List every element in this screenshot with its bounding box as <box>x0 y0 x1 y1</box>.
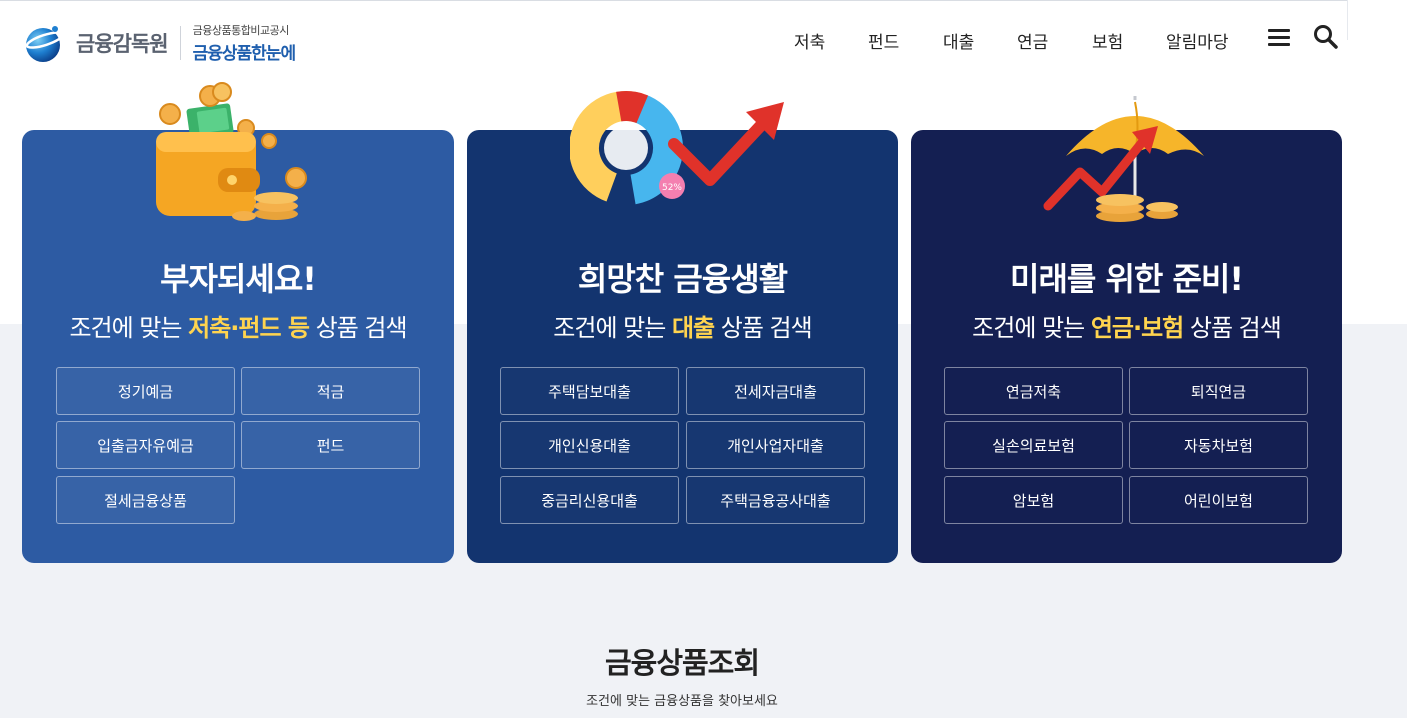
logo-sub-small: 금융상품통합비교공시 <box>192 24 290 37</box>
chart-badge: 52% <box>662 183 682 193</box>
btn-time-deposit[interactable]: 정기예금 <box>56 367 235 415</box>
card-sub-highlight: 연금·보험 <box>1090 314 1184 342</box>
card-sub-before: 조건에 맞는 <box>553 314 672 342</box>
card-sub-before: 조건에 맞는 <box>69 314 189 342</box>
umbrella-coins-icon <box>1043 96 1204 222</box>
btn-medical-insurance[interactable]: 실손의료보험 <box>944 421 1123 469</box>
donut-chart-arrow-icon: 52% <box>570 91 784 206</box>
btn-mortgage-loan[interactable]: 주택담보대출 <box>500 367 679 415</box>
globe-logo-icon <box>25 26 65 62</box>
card-sub-after: 상품 검색 <box>714 314 813 342</box>
nav-item-savings[interactable]: 저축 <box>794 28 825 53</box>
btn-child-insurance[interactable]: 어린이보험 <box>1129 476 1308 524</box>
logo-sub-big: 금융상품한눈에 <box>192 44 296 64</box>
nav-item-loan[interactable]: 대출 <box>943 28 974 53</box>
logo-sub: 금융상품통합비교공시 금융상품한눈에 <box>192 22 296 64</box>
card-title: 부자되세요! <box>160 260 317 298</box>
logo-text: 금융감독원 <box>76 32 169 56</box>
nav-item-pension[interactable]: 연금 <box>1017 28 1048 53</box>
logo-divider <box>179 26 181 60</box>
wallet-coins-icon <box>156 82 307 221</box>
card-sub-highlight: 저축·펀드 등 <box>188 314 310 342</box>
card-subtitle: 조건에 맞는 연금·보험 상품 검색 <box>911 308 1342 343</box>
card-subtitle: 조건에 맞는 대출 상품 검색 <box>467 308 898 343</box>
top-border <box>0 0 1348 1</box>
btn-mid-rate-loan[interactable]: 중금리신용대출 <box>500 476 679 524</box>
btn-business-loan[interactable]: 개인사업자대출 <box>686 421 865 469</box>
card-sub-before: 조건에 맞는 <box>972 314 1091 342</box>
nav-item-fund[interactable]: 펀드 <box>868 28 899 53</box>
card-title: 희망찬 금융생활 <box>577 260 788 298</box>
top-border-edge <box>1347 0 1348 40</box>
site-logo[interactable]: 금융감독원 금융상품통합비교공시 금융상품한눈에 <box>24 22 296 64</box>
menu-icon[interactable] <box>1268 29 1290 46</box>
btn-installment-savings[interactable]: 적금 <box>241 367 420 415</box>
btn-jeonse-loan[interactable]: 전세자금대출 <box>686 367 865 415</box>
search-icon[interactable] <box>1313 24 1339 50</box>
btn-car-insurance[interactable]: 자동차보험 <box>1129 421 1308 469</box>
section-title: 금융상품조회 <box>604 646 760 680</box>
card-sub-highlight: 대출 <box>671 314 715 342</box>
btn-fund[interactable]: 펀드 <box>241 421 420 469</box>
btn-cancer-insurance[interactable]: 암보험 <box>944 476 1123 524</box>
card-sub-after: 상품 검색 <box>308 314 408 342</box>
nav-item-insurance[interactable]: 보험 <box>1092 28 1123 53</box>
btn-retirement-pension[interactable]: 퇴직연금 <box>1129 367 1308 415</box>
section-subtitle: 조건에 맞는 금융상품을 찾아보세요 <box>586 694 778 709</box>
btn-demand-deposit[interactable]: 입출금자유예금 <box>56 421 235 469</box>
card-subtitle: 조건에 맞는 저축·펀드 등 상품 검색 <box>22 308 454 343</box>
card-sub-after: 상품 검색 <box>1183 314 1282 342</box>
nav-item-notice[interactable]: 알림마당 <box>1166 28 1229 53</box>
btn-personal-credit-loan[interactable]: 개인신용대출 <box>500 421 679 469</box>
card-title: 미래를 위한 준비! <box>1010 260 1244 298</box>
btn-pension-savings[interactable]: 연금저축 <box>944 367 1123 415</box>
btn-tax-saving[interactable]: 절세금융상품 <box>56 476 235 524</box>
btn-hf-loan[interactable]: 주택금융공사대출 <box>686 476 865 524</box>
